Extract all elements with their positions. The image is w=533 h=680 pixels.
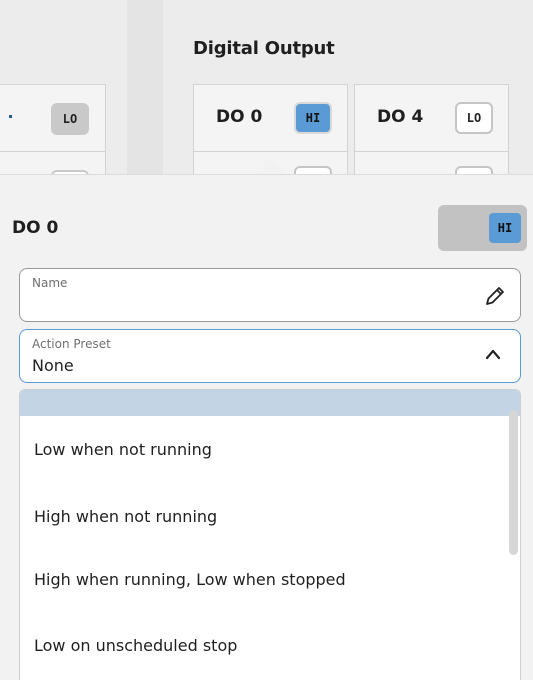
output-tile-do0[interactable]: DO 0 HI <box>193 84 348 152</box>
action-preset-select[interactable]: Action Preset None <box>19 329 521 383</box>
state-toggle[interactable]: HI <box>438 205 527 251</box>
name-field-label: Name <box>32 276 68 290</box>
panel-caret <box>254 158 286 174</box>
tile-label: DO 0 <box>216 107 263 127</box>
dropdown-option[interactable]: Low when not running <box>34 440 212 459</box>
output-tile-do4[interactable]: DO 4 LO <box>354 84 509 152</box>
section-title: Digital Output <box>193 38 335 59</box>
toggle-knob: HI <box>489 213 521 243</box>
state-badge: LO <box>455 102 493 134</box>
dropdown-option[interactable]: High when running, Low when stopped <box>34 570 346 589</box>
dropdown-highlighted-item[interactable] <box>20 390 520 416</box>
panel-title: DO 0 <box>12 218 59 238</box>
dropdown-option[interactable]: Low on unscheduled stop <box>34 636 237 655</box>
name-field[interactable]: Name <box>19 268 521 322</box>
action-preset-label: Action Preset <box>32 337 111 351</box>
action-preset-dropdown: Low when not running High when not runni… <box>19 389 521 680</box>
dropdown-scrollbar[interactable] <box>509 410 518 555</box>
tile-indicator <box>9 115 12 118</box>
chevron-up-icon[interactable] <box>484 347 502 361</box>
dropdown-option[interactable]: High when not running <box>34 507 217 526</box>
action-preset-value: None <box>32 356 74 375</box>
state-badge: LO <box>51 103 89 135</box>
output-tile-partial[interactable]: LO <box>0 84 106 152</box>
pencil-icon[interactable] <box>482 283 508 309</box>
tile-label: DO 4 <box>377 107 424 127</box>
state-badge: HI <box>294 102 332 134</box>
